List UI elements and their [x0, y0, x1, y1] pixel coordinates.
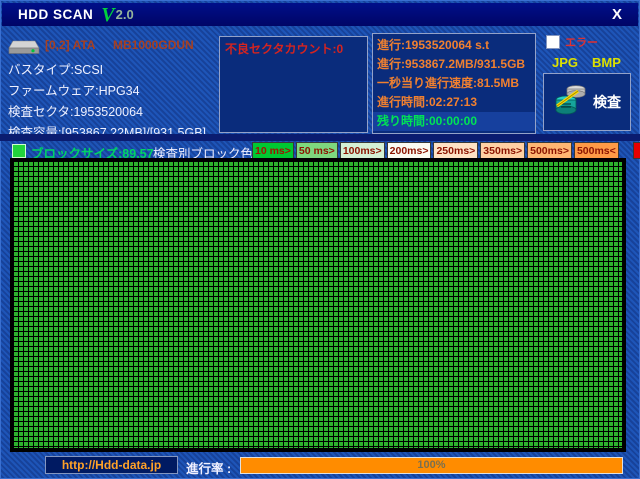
progress-stats-panel: 進行:1953520064 s.t 進行:953867.2MB/931.5GB … [372, 33, 536, 134]
legend-chip: 250ms> [433, 142, 479, 159]
drive-info-list: バスタイプ:SCSI ファームウェア:HPG34 検査セクタ:195352006… [8, 60, 220, 144]
drive-firmware: ファームウェア:HPG34 [8, 84, 140, 98]
progress-elapsed-time: 進行時間:02:27:13 [377, 95, 478, 109]
error-checkbox-label[interactable]: エラー [565, 34, 598, 50]
app-title: HDD SCAN [18, 7, 94, 22]
drive-bus-type: バスタイプ:SCSI [8, 63, 104, 77]
bad-sector-count: 不良セクタカウント:0 [225, 42, 344, 56]
save-bmp-button[interactable]: BMP [592, 55, 621, 70]
error-checkbox[interactable] [546, 35, 560, 49]
legend-chips: 10 ms> 50 ms> 100ms> 200ms> 250ms> 350ms> 500m… [252, 142, 640, 159]
scan-button[interactable]: 検査 [543, 73, 631, 131]
drive-selector-model[interactable]: MB1000GDUN [113, 38, 216, 52]
legend-chip: 500ms> [527, 142, 572, 159]
scan-button-label: 検査 [593, 94, 621, 110]
hdd-drive-icon [8, 36, 40, 61]
current-block-swatch [12, 144, 26, 158]
progress-sectors: 進行:1953520064 s.t [377, 38, 490, 52]
close-button[interactable]: X [606, 3, 628, 26]
website-link[interactable]: http://Hdd-data.jp [45, 456, 178, 474]
legend-chip: 350ms> [480, 142, 526, 159]
legend-chip: 200ms> [386, 142, 432, 159]
app-version-number: 2.0 [115, 7, 134, 22]
drive-sectors: 検査セクタ:1953520064 [8, 105, 143, 119]
legend-chip: 50 ms> [295, 142, 338, 159]
legend-chip: BAD [632, 142, 640, 159]
bad-sector-panel: 不良セクタカウント:0 [219, 36, 368, 133]
section-divider [0, 134, 640, 141]
disk-stack-icon [553, 81, 589, 124]
progress-rate-label: 進行率 : [186, 462, 232, 476]
progress-speed: 一秒当り進行速度:81.5MB [377, 76, 520, 90]
legend-chip: 10 ms> [252, 142, 294, 159]
scan-block-grid [10, 158, 626, 452]
save-jpg-button[interactable]: JPG [552, 55, 578, 70]
progress-bar: 100% [240, 457, 623, 474]
legend-chip: 500ms< [573, 142, 619, 159]
drive-selector-id[interactable]: [0,2] ATA [45, 38, 95, 52]
progress-remaining-time: 残り時間:00:00:00 [373, 112, 535, 131]
progress-capacity: 進行:953867.2MB/931.5GB [377, 57, 526, 71]
app-version-v: V [101, 3, 115, 26]
legend-chip: 100ms> [339, 142, 385, 159]
title-bar: HDD SCAN V 2.0 X [2, 3, 638, 26]
hdd-scan-window: HDD SCAN V 2.0 X [0,2] ATA MB1000GDUN バス… [0, 0, 640, 479]
